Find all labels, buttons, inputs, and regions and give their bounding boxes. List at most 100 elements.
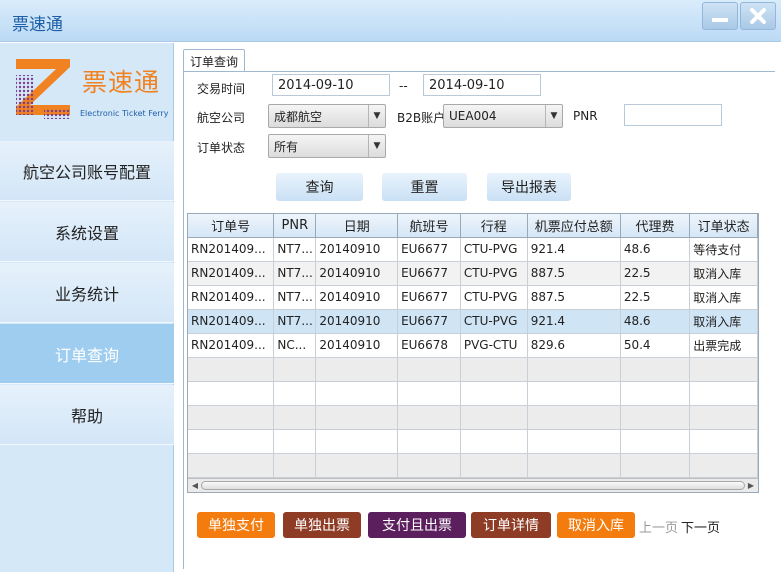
column-header-route[interactable]: 行程 [460,214,528,238]
chevron-down-icon: ▼ [545,105,562,127]
table-row[interactable]: RN201409... NT7... 20140910 EU6677 CTU-P… [188,261,758,286]
tab-order-query[interactable]: 订单查询 [183,49,245,72]
column-header-date[interactable]: 日期 [315,214,399,238]
b2b-account-select-value: UEA004 [449,109,497,123]
cell-order-no: RN201409... [188,285,275,310]
cell-order-status: 等待支付 [689,237,758,262]
table-header-row: 订单号 PNR 日期 航班号 行程 机票应付总额 代理费 订单状态 [188,214,758,238]
cell-agent-fee: 22.5 [620,285,691,310]
column-header-order-no[interactable]: 订单号 [188,214,275,238]
query-button[interactable]: 查询 [276,173,363,201]
date-range-separator: -- [399,79,408,93]
cell-order-no: RN201409... [188,333,275,358]
order-status-label: 订单状态 [197,141,246,155]
pay-and-issue-button[interactable]: 支付且出票 [368,512,466,538]
cell-order-status: 取消入库 [689,309,758,334]
column-header-total-payable[interactable]: 机票应付总额 [527,214,621,238]
logo-tagline: Electronic Ticket Ferry [80,109,169,118]
table-row[interactable]: RN201409... NC... 20140910 EU6678 PVG-CT… [188,333,758,358]
column-header-pnr[interactable]: PNR [273,214,317,238]
cell-total-payable: 829.6 [527,333,621,358]
cell-agent-fee: 48.6 [620,237,691,262]
close-icon [750,8,766,24]
cell-total-payable: 921.4 [527,237,621,262]
logo-name: 票速通 [82,68,161,97]
column-header-agent-fee[interactable]: 代理费 [620,214,691,238]
sidebar-item-airline-account-config[interactable]: 航空公司账号配置 [0,141,174,201]
trade-time-label: 交易时间 [197,82,246,96]
cell-order-status: 取消入库 [689,261,758,286]
scrollbar-thumb[interactable] [201,481,745,490]
empty-row [188,429,758,454]
issue-only-button[interactable]: 单独出票 [283,512,361,538]
cell-agent-fee: 48.6 [620,309,691,334]
cell-date: 20140910 [315,237,399,262]
cell-date: 20140910 [315,309,399,334]
cell-agent-fee: 50.4 [620,333,691,358]
cell-total-payable: 887.5 [527,285,621,310]
sidebar-item-help[interactable]: 帮助 [0,385,174,445]
cell-route: CTU-PVG [460,261,528,286]
table-row-selected[interactable]: RN201409... NT7... 20140910 EU6677 CTU-P… [188,309,758,334]
cell-flight-no: EU6678 [397,333,461,358]
main-panel: 订单查询 交易时间 2014-09-10 -- 2014-09-10 航空公司 … [175,43,781,572]
end-date-input[interactable]: 2014-09-10 [423,74,541,96]
logo: 票速通 Electronic Ticket Ferry [0,43,174,141]
close-button[interactable] [740,2,776,30]
table-row[interactable]: RN201409... NT7... 20140910 EU6677 CTU-P… [188,285,758,310]
cell-agent-fee: 22.5 [620,261,691,286]
cell-route: PVG-CTU [460,333,528,358]
cell-pnr: NT7... [273,309,317,334]
cell-pnr: NC... [273,333,317,358]
cell-date: 20140910 [315,261,399,286]
airline-select-value: 成都航空 [274,109,323,124]
chevron-down-icon: ▼ [368,135,385,157]
cell-order-status: 取消入库 [689,285,758,310]
airline-select[interactable]: 成都航空 ▼ [268,104,386,128]
column-header-order-status[interactable]: 订单状态 [689,214,758,238]
b2b-account-label: B2B账户 [397,111,446,125]
sidebar: 票速通 Electronic Ticket Ferry 航空公司账号配置 系统设… [0,43,174,572]
minimize-button[interactable] [702,2,738,30]
b2b-account-select[interactable]: UEA004 ▼ [443,104,563,128]
minimize-icon [712,18,728,22]
scroll-right-icon[interactable]: ▶ [745,480,757,491]
cell-route: CTU-PVG [460,237,528,262]
cell-flight-no: EU6677 [397,309,461,334]
table-row[interactable]: RN201409... NT7... 20140910 EU6677 CTU-P… [188,237,758,262]
sidebar-item-order-query[interactable]: 订单查询 [0,324,174,384]
export-report-button[interactable]: 导出报表 [487,173,571,201]
sidebar-item-system-settings[interactable]: 系统设置 [0,202,174,262]
order-status-select-value: 所有 [274,139,299,154]
chevron-down-icon: ▼ [368,105,385,127]
empty-row [188,405,758,430]
order-detail-button[interactable]: 订单详情 [471,512,551,538]
cell-pnr: NT7... [273,285,317,310]
pay-only-button[interactable]: 单独支付 [197,512,275,538]
cell-flight-no: EU6677 [397,261,461,286]
cell-route: CTU-PVG [460,309,528,334]
pnr-label: PNR [573,109,598,123]
sidebar-item-business-stats[interactable]: 业务统计 [0,263,174,323]
scroll-left-icon[interactable]: ◀ [189,480,201,491]
start-date-input[interactable]: 2014-09-10 [272,74,390,96]
pnr-input[interactable] [624,104,722,126]
cell-order-no: RN201409... [188,237,275,262]
order-status-select[interactable]: 所有 ▼ [268,134,386,158]
cell-total-payable: 887.5 [527,261,621,286]
horizontal-scrollbar[interactable]: ◀ ▶ [188,478,758,492]
column-header-flight-no[interactable]: 航班号 [397,214,461,238]
cell-flight-no: EU6677 [397,285,461,310]
next-page-link[interactable]: 下一页 [681,517,720,536]
prev-page-link[interactable]: 上一页 [639,517,678,536]
logo-z-icon [16,59,70,119]
cell-pnr: NT7... [273,261,317,286]
cell-route: CTU-PVG [460,285,528,310]
cancel-store-button[interactable]: 取消入库 [557,512,635,538]
cell-order-no: RN201409... [188,309,275,334]
reset-button[interactable]: 重置 [382,173,467,201]
order-table: 订单号 PNR 日期 航班号 行程 机票应付总额 代理费 订单状态 RN2014… [187,213,759,493]
cell-order-status: 出票完成 [689,333,758,358]
cell-date: 20140910 [315,333,399,358]
empty-row [188,381,758,406]
